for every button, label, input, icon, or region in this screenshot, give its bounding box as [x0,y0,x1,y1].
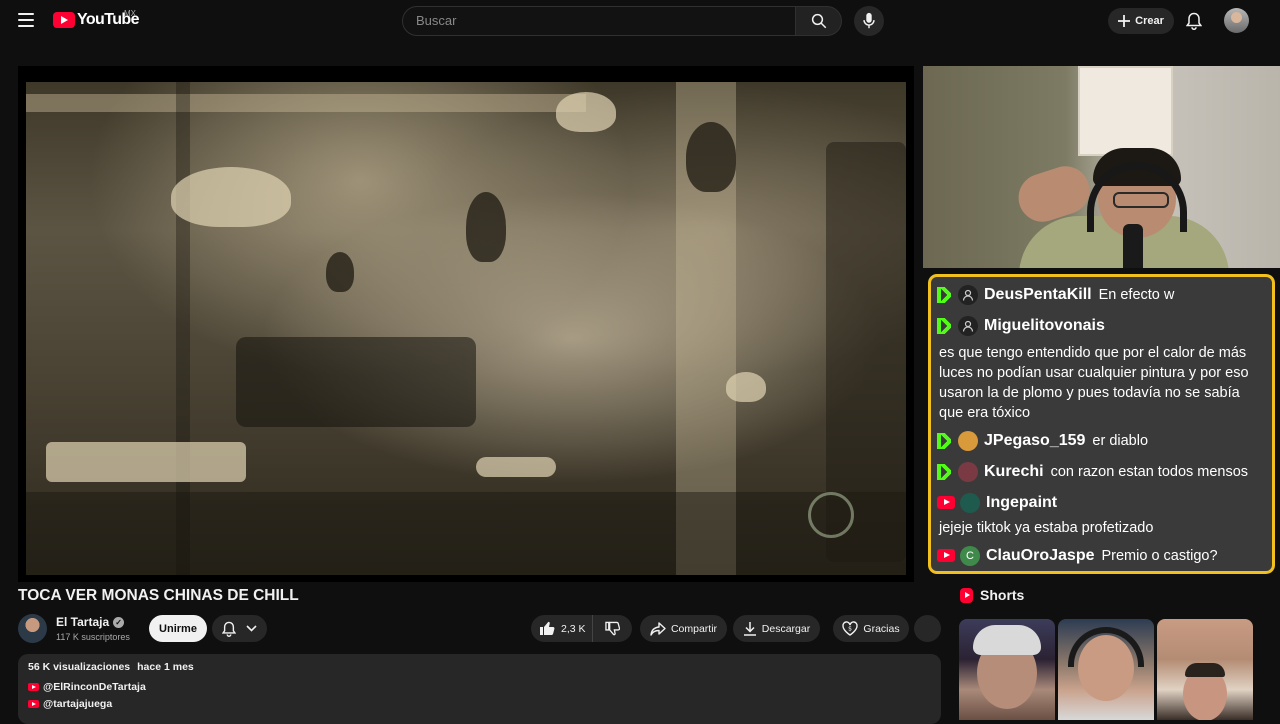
user-avatar-icon [958,315,978,336]
channel-name-row[interactable]: El Tartaja ✓ [56,615,125,629]
shorts-header: Shorts [960,587,1024,603]
youtube-icon [28,683,39,691]
notifications-button[interactable] [1184,10,1204,32]
search-input[interactable]: Buscar [402,6,796,36]
chat-message: Kurechi con razon estan todos mensos [937,456,1266,487]
streamer-webcam [923,66,1280,268]
microphone-icon [863,12,875,29]
subscription-bell-button[interactable] [212,615,267,642]
thumbs-down-icon [605,621,620,636]
chat-message: DeusPentaKill En efecto w [937,279,1266,310]
thanks-label: Gracias [863,622,900,635]
svg-text:$: $ [848,626,852,633]
share-button[interactable]: Compartir [640,615,727,642]
video-frame [26,82,906,575]
video-title: TOCA VER MONAS CHINAS DE CHILL [18,587,299,604]
short-thumbnail[interactable] [1058,619,1154,720]
plus-icon [1118,15,1131,27]
view-count: 56 K visualizaciones [28,661,131,673]
channel-watermark-icon [808,492,854,538]
heart-dollar-icon: $ [842,621,859,636]
youtube-icon [937,549,955,562]
like-dislike-group: 2,3 K [531,615,632,642]
join-button[interactable]: Unirme [149,615,207,642]
download-button[interactable]: Descargar [733,615,820,642]
chat-username: ClauOroJaspe [986,546,1095,564]
share-label: Compartir [670,622,718,635]
video-player[interactable] [18,66,914,582]
chat-message: JPegaso_159 er diablo [937,425,1266,456]
thanks-button[interactable]: $ Gracias [833,615,909,642]
chat-text: En efecto w [1098,286,1175,303]
user-avatar-icon [958,430,978,451]
description-box[interactable]: 56 K visualizaciones hace 1 mes @ElRinco… [18,654,941,724]
user-avatar-icon [958,461,978,482]
chat-text: er diablo [1092,432,1149,449]
user-avatar-letter: C [960,545,980,566]
like-button[interactable]: 2,3 K [531,615,593,642]
chevron-down-icon [246,625,257,632]
search-icon [811,13,826,29]
chat-username: DeusPentaKill [984,285,1092,303]
channel-link[interactable]: @tartajajuega [43,698,112,710]
channel-link[interactable]: @ElRinconDeTartaja [43,681,146,693]
kick-icon [937,463,951,480]
channel-avatar[interactable] [18,614,47,643]
like-count: 2,3 K [561,622,586,635]
user-avatar-icon [960,492,980,513]
chat-message: C ClauOroJaspe Premio o castigo? [937,540,1266,571]
search-button[interactable] [796,6,842,36]
verified-icon: ✓ [113,616,125,628]
menu-icon[interactable] [18,13,34,27]
search-bar: Buscar [402,6,842,36]
short-thumbnail[interactable] [959,619,1055,720]
kick-icon [937,317,951,334]
chat-text: con razon estan todos mensos [1050,463,1249,480]
chat-message: Miguelitovonais [937,310,1266,341]
youtube-play-icon [53,12,75,28]
country-code: MX [124,9,136,18]
account-avatar[interactable] [1224,8,1249,33]
description-link[interactable]: @ElRinconDeTartaja [28,681,931,693]
short-thumbnail[interactable] [1157,619,1253,720]
chat-username: Kurechi [984,462,1044,480]
channel-name[interactable]: El Tartaja [56,615,109,629]
description-link[interactable]: @tartajajuega [28,698,931,710]
youtube-icon [28,700,39,708]
description-meta: 56 K visualizaciones hace 1 mes [28,661,931,673]
chat-username: Miguelitovonais [984,316,1105,334]
kick-icon [937,432,951,449]
bell-icon [1186,12,1202,30]
chat-text: jejeje tiktok ya estaba profetizado [939,520,1154,536]
kick-icon [937,286,951,303]
download-label: Descargar [761,622,811,635]
dislike-button[interactable] [593,621,632,636]
voice-search-button[interactable] [854,6,884,36]
shorts-icon [960,587,973,603]
chat-text: Premio o castigo? [1101,547,1218,564]
chat-username: JPegaso_159 [984,431,1086,449]
create-button[interactable]: Crear [1108,8,1174,34]
subscriber-count: 117 K suscriptores [56,632,130,642]
user-avatar-icon [958,284,978,305]
bell-icon [222,621,236,637]
chat-username: Ingepaint [986,493,1058,511]
download-icon [743,622,756,636]
top-bar: YouTube MX Buscar Crear [0,0,1280,42]
shorts-label: Shorts [980,587,1025,603]
create-label: Crear [1135,15,1164,27]
live-chat-overlay: DeusPentaKill En efecto w Miguelitovonai… [928,274,1275,574]
chat-message: Ingepaint [937,487,1266,518]
thumbs-up-icon [540,621,555,635]
upload-age: hace 1 mes [137,661,194,673]
more-actions-button[interactable] [914,615,941,642]
chat-text: es que tengo entendido que por el calor … [939,345,1249,421]
youtube-icon [937,496,955,509]
share-icon [650,621,666,636]
